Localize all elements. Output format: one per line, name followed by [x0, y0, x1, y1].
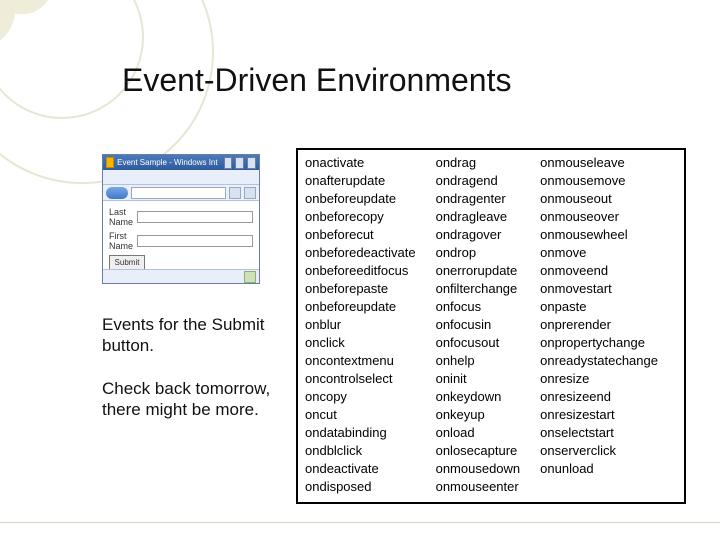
event-name: onmousedown	[436, 460, 521, 478]
event-name: onfocusin	[436, 316, 521, 334]
event-name: onresizeend	[540, 388, 658, 406]
event-name: onerrorupdate	[436, 262, 521, 280]
event-name: onactivate	[305, 154, 416, 172]
event-name: onbeforedeactivate	[305, 244, 416, 262]
event-name: onbeforepaste	[305, 280, 416, 298]
caption-more: Check back tomorrow, there might be more…	[102, 378, 292, 421]
event-name: onmouseleave	[540, 154, 658, 172]
footer-divider	[0, 522, 720, 523]
first-name-label: First Name	[109, 231, 133, 251]
event-name: ondeactivate	[305, 460, 416, 478]
event-name: ondragover	[436, 226, 521, 244]
event-name: onmouseenter	[436, 478, 521, 496]
event-name: onmouseover	[540, 208, 658, 226]
event-name: onbeforeupdate	[305, 298, 416, 316]
event-name: onreadystatechange	[540, 352, 658, 370]
event-name: onresizestart	[540, 406, 658, 424]
last-name-input[interactable]	[137, 211, 253, 223]
event-name: onbeforecopy	[305, 208, 416, 226]
event-name: ondblclick	[305, 442, 416, 460]
event-name: onprerender	[540, 316, 658, 334]
last-name-label: Last Name	[109, 207, 133, 227]
event-name: onselectstart	[540, 424, 658, 442]
event-name: onbeforeeditfocus	[305, 262, 416, 280]
status-icon	[244, 271, 256, 283]
event-name: oninit	[436, 370, 521, 388]
event-name: ondragend	[436, 172, 521, 190]
event-name: onresize	[540, 370, 658, 388]
window-title: Event Sample - Windows Internet Explore	[117, 158, 218, 167]
event-name: onfilterchange	[436, 280, 521, 298]
maximize-icon	[235, 157, 244, 169]
event-name: onblur	[305, 316, 416, 334]
nav-back-forward-icon	[106, 187, 128, 199]
first-name-input[interactable]	[137, 235, 253, 247]
event-name: onmousemove	[540, 172, 658, 190]
event-name: ondragenter	[436, 190, 521, 208]
event-name: onmovestart	[540, 280, 658, 298]
event-name: onload	[436, 424, 521, 442]
event-name: onbeforeupdate	[305, 190, 416, 208]
address-bar	[131, 187, 226, 199]
event-name: oncut	[305, 406, 416, 424]
event-name: oncontrolselect	[305, 370, 416, 388]
search-icon	[244, 187, 256, 199]
go-button-icon	[229, 187, 241, 199]
event-name: onunload	[540, 460, 658, 478]
event-list-box: onactivateonafterupdateonbeforeupdateonb…	[296, 148, 686, 504]
event-name: onfocus	[436, 298, 521, 316]
event-column-1: onactivateonafterupdateonbeforeupdateonb…	[305, 154, 416, 498]
event-name: onserverclick	[540, 442, 658, 460]
event-name: onafterupdate	[305, 172, 416, 190]
event-name: onpaste	[540, 298, 658, 316]
event-name: onclick	[305, 334, 416, 352]
event-name: ondatabinding	[305, 424, 416, 442]
event-name: onkeydown	[436, 388, 521, 406]
minimize-icon	[224, 157, 233, 169]
event-name: onmousewheel	[540, 226, 658, 244]
event-name: onbeforecut	[305, 226, 416, 244]
event-name: onmoveend	[540, 262, 658, 280]
event-name: onlosecapture	[436, 442, 521, 460]
event-name: onmouseout	[540, 190, 658, 208]
page-title: Event-Driven Environments	[122, 62, 511, 99]
event-name: onkeyup	[436, 406, 521, 424]
caption-events: Events for the Submit button.	[102, 314, 292, 357]
event-name: ondrop	[436, 244, 521, 262]
browser-screenshot: Event Sample - Windows Internet Explore …	[102, 154, 260, 284]
event-name: onpropertychange	[540, 334, 658, 352]
close-icon	[247, 157, 256, 169]
event-name: onfocusout	[436, 334, 521, 352]
event-column-3: onmouseleaveonmousemoveonmouseoutonmouse…	[540, 154, 658, 498]
event-name: onmove	[540, 244, 658, 262]
event-name: onhelp	[436, 352, 521, 370]
event-name: ondisposed	[305, 478, 416, 496]
event-name: ondrag	[436, 154, 521, 172]
event-column-2: ondragondragendondragenterondragleaveond…	[436, 154, 521, 498]
submit-button[interactable]: Submit	[109, 255, 145, 270]
browser-toolbar	[103, 170, 259, 185]
event-name: ondragleave	[436, 208, 521, 226]
app-icon	[106, 157, 114, 168]
event-name: oncopy	[305, 388, 416, 406]
event-name: oncontextmenu	[305, 352, 416, 370]
